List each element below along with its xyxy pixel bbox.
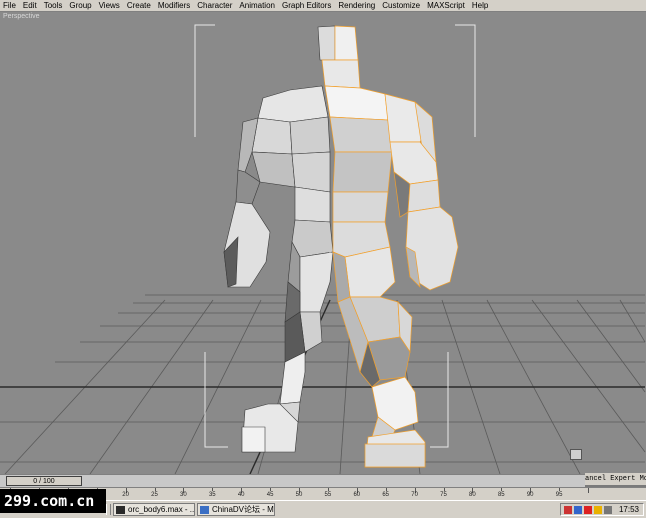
- menu-item-views[interactable]: Views: [96, 0, 124, 11]
- tray-icon-4[interactable]: [594, 506, 602, 514]
- tray-icon-3[interactable]: [584, 506, 592, 514]
- ruler-label: 25: [151, 492, 158, 498]
- ruler-label: 30: [180, 492, 187, 498]
- ruler-label: 85: [497, 492, 505, 498]
- tray-icon-1[interactable]: [564, 506, 572, 514]
- menu-item-graph-editors[interactable]: Graph Editors: [279, 0, 335, 11]
- ruler-label: 60: [353, 492, 361, 498]
- clock[interactable]: 17:53: [619, 504, 639, 515]
- site-watermark: 299.com.cn: [0, 489, 106, 513]
- menu-item-maxscript[interactable]: MAXScript: [424, 0, 469, 11]
- ruler-label: 75: [440, 492, 447, 498]
- max-app-icon: [116, 506, 125, 514]
- ground-grid: [0, 294, 646, 474]
- taskbar-grip: [106, 504, 111, 515]
- ruler-label: 35: [208, 492, 216, 498]
- ruler-tick: [501, 488, 503, 491]
- ruler-tick: [327, 488, 329, 491]
- menu-item-group[interactable]: Group: [66, 0, 95, 11]
- ruler-tick: [385, 488, 387, 491]
- menu-item-customize[interactable]: Customize: [379, 0, 424, 11]
- speaker-icon[interactable]: [604, 506, 612, 514]
- tray-icon-2[interactable]: [574, 506, 582, 514]
- viewport-label[interactable]: Perspective: [3, 13, 40, 20]
- menu-item-edit[interactable]: Edit: [20, 0, 41, 11]
- browser-app-icon: [200, 506, 209, 514]
- menu-bar: File Edit Tools Group Views Create Modifiers Ch…: [0, 0, 646, 12]
- body-mesh-left: [223, 25, 336, 453]
- menu-item-character[interactable]: Character: [194, 0, 236, 11]
- taskbar-button-browser[interactable]: ChinaDV论坛 - Mic...: [197, 503, 275, 516]
- scene-render: [0, 24, 646, 474]
- cancel-expert-mode-button[interactable]: ancel Expert Mod: [585, 473, 646, 485]
- task-label: orc_body6.max - ...: [128, 505, 195, 514]
- ruler-tick: [270, 488, 272, 491]
- ruler-label: 95: [555, 492, 563, 498]
- watermark-text: 299.com.cn: [4, 492, 95, 510]
- time-slider[interactable]: 0 / 100: [0, 474, 585, 487]
- expert-mode-icon[interactable]: [570, 449, 582, 460]
- ruler-tick: [588, 488, 589, 493]
- ruler-label: 55: [324, 492, 332, 498]
- ruler-label: 50: [295, 492, 303, 498]
- ruler-label: 40: [237, 492, 245, 498]
- ruler-label: 90: [526, 492, 534, 498]
- ruler-label: 20: [122, 492, 129, 498]
- taskbar-button-3dsmax[interactable]: orc_body6.max - ...: [113, 503, 195, 516]
- ruler-label: 45: [266, 492, 274, 498]
- ruler-tick: [154, 488, 156, 491]
- menu-item-create[interactable]: Create: [124, 0, 155, 11]
- ruler-label: 65: [382, 492, 390, 498]
- menu-item-modifiers[interactable]: Modifiers: [155, 0, 194, 11]
- ruler-tick: [443, 488, 445, 491]
- system-tray: 17:53: [560, 503, 644, 516]
- ruler-label: 80: [469, 492, 476, 498]
- perspective-viewport[interactable]: Perspective: [0, 12, 646, 474]
- menu-item-rendering[interactable]: Rendering: [335, 0, 379, 11]
- body-mesh-right-selected: [321, 25, 459, 468]
- menu-item-file[interactable]: File: [0, 0, 20, 11]
- ruler-tick: [212, 488, 214, 491]
- menu-item-help[interactable]: Help: [469, 0, 492, 11]
- menu-item-animation[interactable]: Animation: [236, 0, 279, 11]
- menu-item-tools[interactable]: Tools: [41, 0, 67, 11]
- ruler-tick: [559, 488, 561, 491]
- task-label: ChinaDV论坛 - Mic...: [212, 505, 274, 514]
- ruler-label: 70: [411, 492, 418, 498]
- time-slider-thumb[interactable]: 0 / 100: [6, 476, 82, 486]
